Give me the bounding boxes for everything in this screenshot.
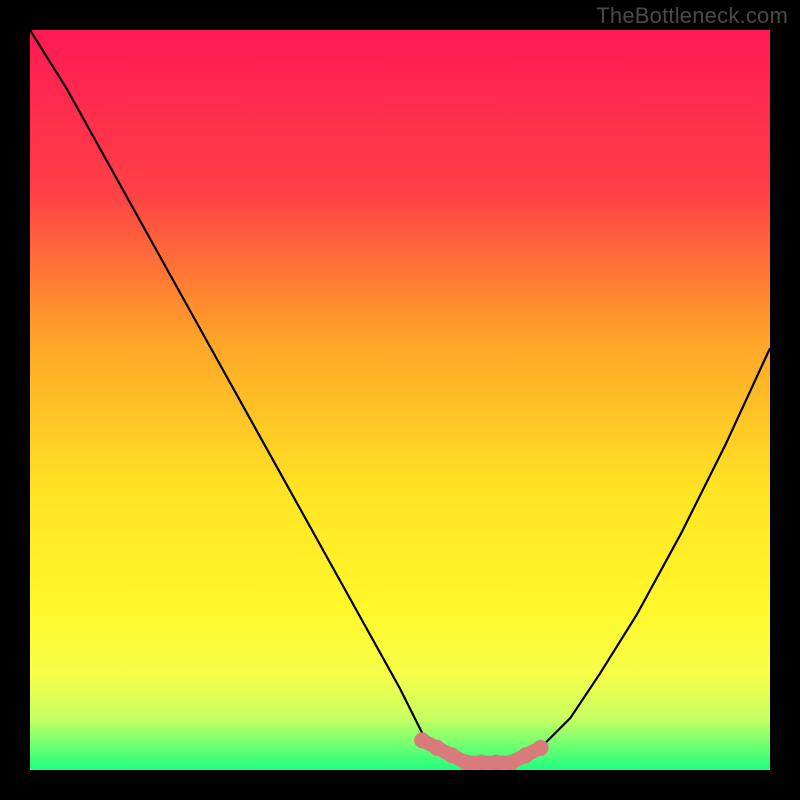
valley-marker-dot [518,747,534,763]
chart-frame: TheBottleneck.com [0,0,800,800]
valley-marker-dot [444,747,460,763]
valley-marker-dot [488,755,504,770]
valley-marker-dot [414,732,430,748]
valley-marker-dot [503,755,519,770]
valley-markers [414,732,548,770]
valley-marker-dot [473,755,489,770]
valley-marker-dot [429,740,445,756]
valley-marker-dot [459,755,475,770]
curve-layer [30,30,770,770]
valley-marker-dot [533,740,549,756]
bottleneck-curve [30,30,770,763]
plot-area [30,30,770,770]
watermark-text: TheBottleneck.com [596,3,788,29]
